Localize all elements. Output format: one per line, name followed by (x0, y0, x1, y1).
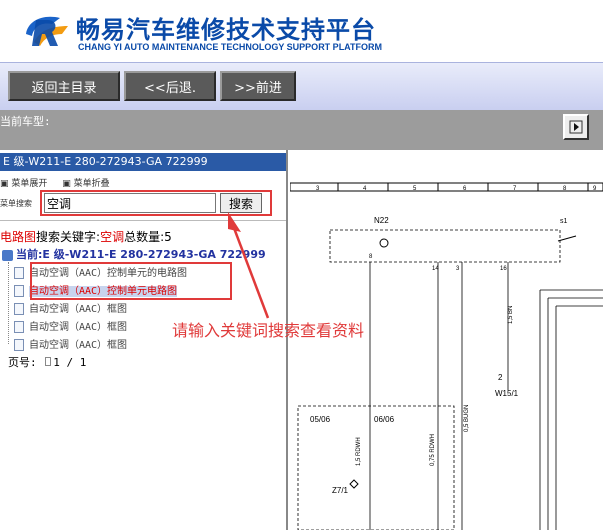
annotation-text: 请输入关键词搜索查看资料 (172, 321, 365, 340)
annotation-arrow-icon (228, 212, 270, 319)
